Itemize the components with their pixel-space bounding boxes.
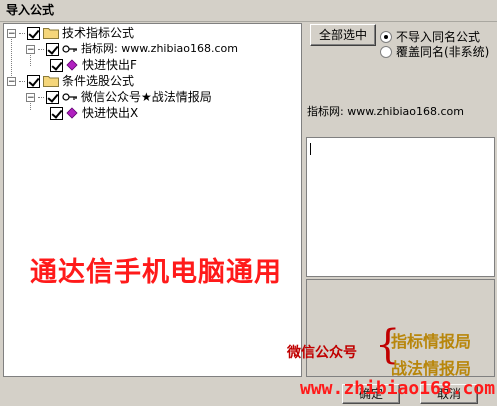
tree-node-label: 快进快出F (82, 58, 137, 72)
tree-node-label: 快进快出X (82, 106, 139, 120)
checkbox-checked[interactable] (46, 90, 59, 104)
tree-node-wechat[interactable]: − 微信公众号★战法情报局 (26, 89, 212, 105)
radio-unselected[interactable] (380, 45, 392, 58)
collapse-icon[interactable]: − (7, 28, 16, 38)
text-caret (310, 143, 311, 155)
formula-info-text: 指标网: www.zhibiao168.com (307, 105, 464, 118)
radio-label: 覆盖同名(非系统) (396, 45, 490, 59)
tree-node-stock-conditions[interactable]: − 条件选股公式 (7, 73, 134, 89)
window-title: 导入公式 (0, 0, 497, 22)
tree-node-zhibiao-site[interactable]: − 指标网: www.zhibiao168.com (26, 41, 238, 57)
radio-selected[interactable] (380, 30, 392, 43)
key-icon (62, 93, 77, 101)
checkbox-checked[interactable] (50, 58, 63, 72)
checkbox-checked[interactable] (27, 26, 40, 40)
overlay-tag-indicator: 指标情报局 (391, 332, 472, 351)
overlay-tag-strategy: 战法情报局 (391, 359, 472, 378)
tree-node-label: 微信公众号★战法情报局 (81, 90, 212, 104)
tree-node-formula-x[interactable]: 快进快出X (50, 105, 138, 121)
formula-gem-icon (66, 59, 78, 71)
key-icon (62, 45, 77, 53)
overlay-url: www.zhibiao168.com (300, 378, 496, 399)
formula-gem-icon (66, 107, 78, 119)
checkbox-checked[interactable] (50, 106, 63, 120)
collapse-icon[interactable]: − (26, 92, 35, 102)
collapse-icon[interactable]: − (26, 44, 35, 54)
folder-icon (43, 76, 59, 87)
formula-tree[interactable]: − 技术指标公式 − 指标网: www.zhibiao168.com 快进快出F… (3, 23, 302, 377)
radio-overwrite-duplicates[interactable]: 覆盖同名(非系统) (380, 43, 489, 60)
collapse-icon[interactable]: − (7, 76, 16, 86)
tree-node-label: 条件选股公式 (62, 74, 135, 88)
tree-node-formula-f[interactable]: 快进快出F (50, 57, 137, 73)
select-all-button[interactable]: 全部选中 (310, 24, 376, 46)
checkbox-checked[interactable] (46, 42, 59, 56)
checkbox-checked[interactable] (27, 74, 40, 88)
overlay-wechat-label: 微信公众号 (287, 345, 357, 361)
folder-icon (43, 28, 59, 39)
formula-description-textarea[interactable] (306, 137, 495, 277)
tree-node-label: 指标网: www.zhibiao168.com (81, 42, 238, 55)
tree-node-label: 技术指标公式 (62, 26, 135, 40)
overlay-headline: 通达信手机电脑通用 (30, 257, 282, 288)
tree-node-tech-formulas[interactable]: − 技术指标公式 (7, 25, 134, 41)
